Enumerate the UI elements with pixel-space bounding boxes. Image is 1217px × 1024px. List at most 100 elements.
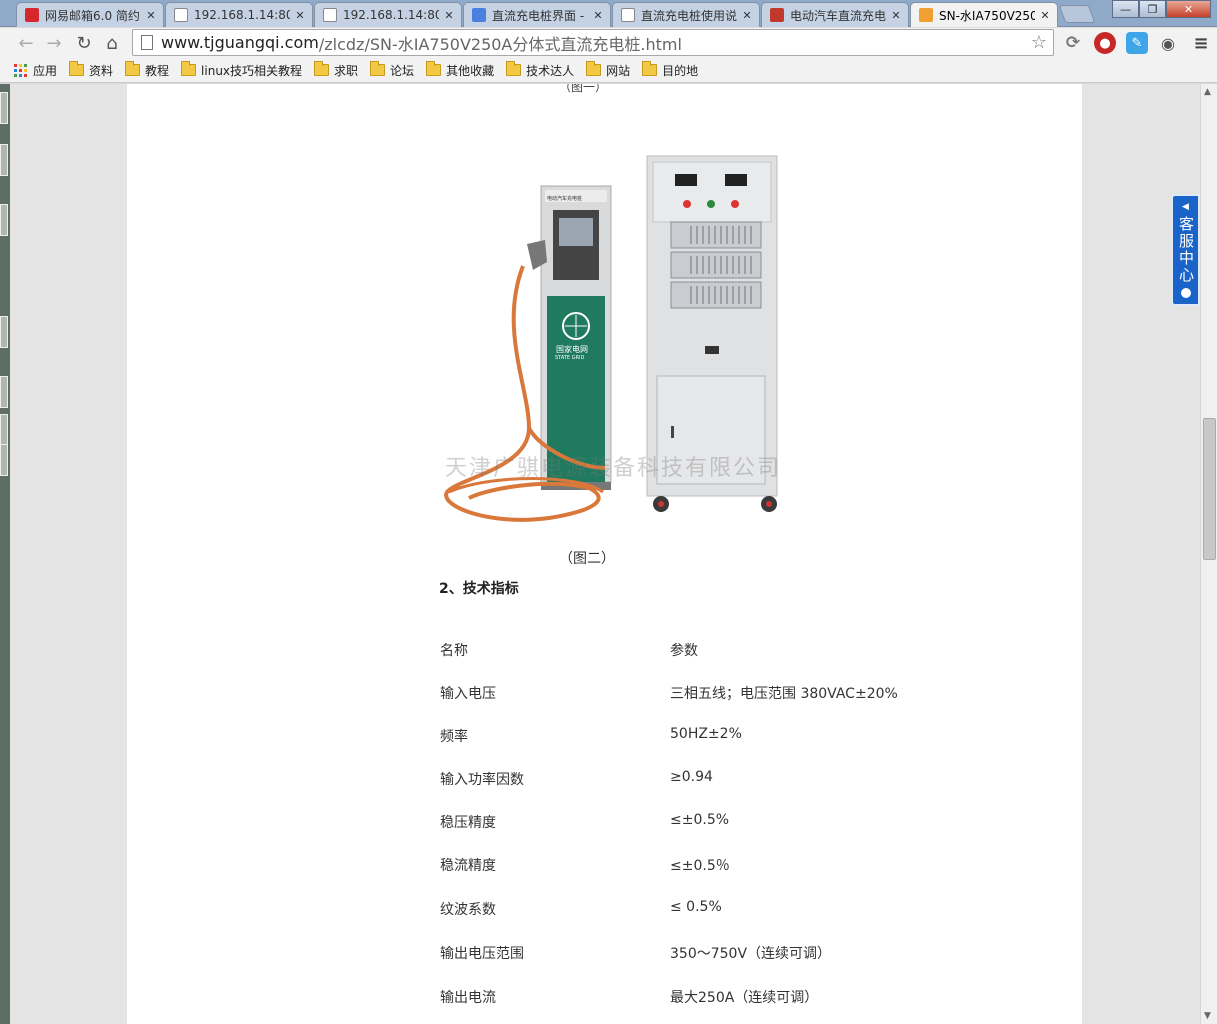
scroll-up-arrow-icon[interactable]: ▲ (1204, 87, 1211, 97)
spec-value: ≥0.94 (670, 769, 713, 785)
customer-service-widget[interactable]: ◀ 客服中心 (1171, 194, 1200, 306)
spec-name: 名称 (440, 643, 468, 659)
back-arrow-icon[interactable]: ← (14, 31, 38, 55)
bookmark-label: 教程 (145, 63, 170, 78)
article-page: （图一） 天津广骐电源装备科技有限公司 电动汽车充电桩 国家电网 STATE G… (127, 84, 1082, 1024)
maximize-button[interactable]: ❐ (1139, 0, 1166, 18)
tab-close-icon[interactable]: ✕ (145, 9, 157, 22)
browser-tab[interactable]: 192.168.1.14:808 ✕ (314, 2, 462, 27)
scrollbar-thumb[interactable] (1203, 418, 1216, 560)
page-viewport: （图一） 天津广骐电源装备科技有限公司 电动汽车充电桩 国家电网 STATE G… (10, 84, 1200, 1024)
window-controls: — ❐ ✕ (1112, 0, 1211, 19)
bookmark-folder[interactable]: 其他收藏 (426, 61, 495, 79)
tab-title: 网易邮箱6.0 简约 (45, 8, 140, 23)
url-path: /zlcdz/SN-水IA750V250A分体式直流充电桩.html (318, 34, 682, 54)
spec-name: 输出电压范围 (440, 946, 524, 962)
bookmark-folder[interactable]: 技术达人 (506, 61, 575, 79)
folder-icon (506, 61, 522, 76)
tab-close-icon[interactable]: ✕ (294, 9, 306, 22)
customer-service-label: 客服中心 (1177, 216, 1195, 284)
spec-value: ≤±0.5% (670, 812, 730, 828)
folder-icon (181, 61, 197, 76)
bookmark-folder[interactable]: 目的地 (642, 61, 699, 79)
bookmark-folder[interactable]: 网站 (586, 61, 630, 79)
qq-icon (1180, 288, 1191, 298)
spec-name: 频率 (440, 729, 468, 745)
bookmark-label: 求职 (334, 63, 359, 78)
spec-name: 稳流精度 (440, 858, 496, 874)
adblock-extension-icon[interactable]: ● (1094, 32, 1116, 54)
vertical-scrollbar[interactable]: ▲ ▼ (1200, 84, 1217, 1024)
spec-name: 纹波系数 (440, 902, 496, 918)
browser-tab[interactable]: 192.168.1.14:808 ✕ (165, 2, 313, 27)
reload-icon[interactable]: ↻ (72, 31, 96, 55)
desktop-edge (0, 84, 10, 1024)
google-icon (472, 8, 486, 22)
browser-tab[interactable]: 直流充电桩界面 - ✕ (463, 2, 611, 27)
bookmark-label: 应用 (33, 63, 58, 78)
folder-icon (426, 61, 442, 76)
url-domain: www.tjguangqi.com (161, 33, 319, 52)
folder-icon (586, 61, 602, 76)
bookmark-star-icon[interactable]: ☆ (1031, 32, 1047, 53)
collapse-triangle-icon[interactable]: ◀ (1182, 202, 1189, 212)
tab-close-icon[interactable]: ✕ (890, 9, 902, 22)
browser-tab[interactable]: 网易邮箱6.0 简约 ✕ (16, 2, 164, 27)
menu-icon[interactable]: ≡ (1190, 32, 1212, 54)
spec-value: ≤±0.5％ (670, 858, 730, 874)
note-extension-icon[interactable]: ✎ (1126, 32, 1148, 54)
netease-mail-icon (25, 8, 39, 22)
sync-icon[interactable]: ⟳ (1062, 32, 1084, 54)
apps-shortcut[interactable]: 应用 (14, 62, 57, 79)
tab-strip: — ❐ ✕ 网易邮箱6.0 简约✕192.168.1.14:808✕192.16… (0, 0, 1217, 27)
browser-toolbar: ← → ↻ ⌂ www.tjguangqi.com/zlcdz/SN-水IA75… (0, 28, 1217, 58)
spec-name: 输入功率因数 (440, 772, 524, 788)
bookmarks-bar: 应用 资料 教程 linux技巧相关教程 求职 论坛 其他收藏 技术达人 网站 目的地 (0, 58, 1217, 83)
bookmark-folder[interactable]: 资料 (69, 61, 113, 79)
state-grid-logo-text: 国家电网 (556, 345, 588, 354)
bookmark-label: 论坛 (390, 63, 415, 78)
spec-value: 350～750V（连续可调） (670, 946, 832, 962)
browser-tab[interactable]: 电动汽车直流充电 ✕ (761, 2, 909, 27)
folder-icon (370, 61, 386, 76)
bookmark-label: 目的地 (662, 63, 699, 78)
bookmark-folder[interactable]: 求职 (314, 61, 359, 79)
new-tab-button[interactable] (1058, 5, 1096, 23)
state-grid-logo-text-en: STATE GRID (555, 355, 585, 361)
site-m-icon (919, 8, 933, 22)
page-icon (621, 8, 635, 22)
home-icon[interactable]: ⌂ (100, 31, 124, 55)
tab-close-icon[interactable]: ✕ (443, 9, 455, 22)
tab-title: SN-水IA750V250 (939, 8, 1035, 23)
bookmark-label: 其他收藏 (446, 63, 495, 78)
site-logo-icon (770, 8, 784, 22)
bookmark-folder[interactable]: 教程 (125, 61, 170, 79)
spec-name: 稳压精度 (440, 815, 496, 831)
spec-value: 50HZ±2% (670, 726, 742, 742)
browser-tab[interactable]: SN-水IA750V250 ✕ (910, 2, 1058, 27)
tab-close-icon[interactable]: ✕ (592, 9, 604, 22)
figure-one-caption: （图一） (559, 84, 608, 94)
tab-title: 192.168.1.14:808 (343, 8, 439, 22)
address-bar[interactable]: www.tjguangqi.com/zlcdz/SN-水IA750V250A分体… (132, 29, 1054, 56)
close-window-button[interactable]: ✕ (1166, 0, 1211, 18)
folder-icon (642, 61, 658, 76)
spec-name: 输入电压 (440, 686, 496, 702)
tab-close-icon[interactable]: ✕ (741, 9, 753, 22)
minimize-button[interactable]: — (1112, 0, 1139, 18)
page-icon (174, 8, 188, 22)
tab-title: 直流充电桩使用说 (641, 8, 737, 23)
spec-name: 输出电流 (440, 990, 496, 1006)
page-icon (323, 8, 337, 22)
tab-close-icon[interactable]: ✕ (1039, 9, 1051, 22)
bookmark-folder[interactable]: linux技巧相关教程 (181, 61, 303, 79)
bookmark-label: linux技巧相关教程 (201, 63, 303, 78)
bookmark-folder[interactable]: 论坛 (370, 61, 415, 79)
browser-tab[interactable]: 直流充电桩使用说 ✕ (612, 2, 760, 27)
section-title: 2、技术指标 (439, 581, 519, 597)
film-extension-icon[interactable]: ◉ (1157, 32, 1179, 54)
scroll-down-arrow-icon[interactable]: ▼ (1204, 1011, 1211, 1021)
tab-title: 直流充电桩界面 - (492, 8, 585, 23)
bookmark-label: 技术达人 (526, 63, 575, 78)
forward-arrow-icon[interactable]: → (42, 31, 66, 55)
